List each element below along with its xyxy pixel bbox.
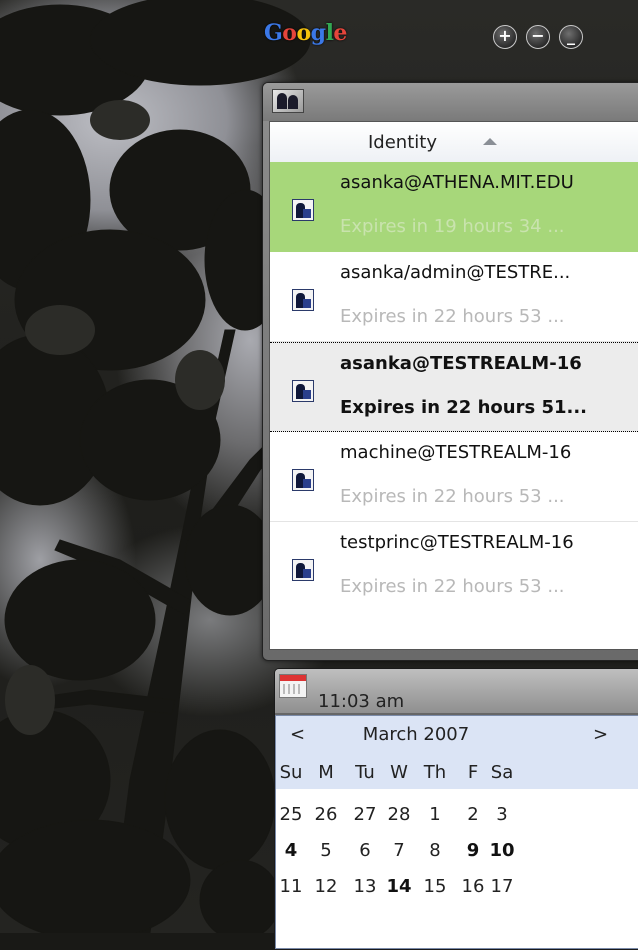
identity-name: asanka/admin@TESTRE... [340, 262, 571, 283]
calendar-day[interactable]: 14 [380, 876, 418, 897]
prev-month-button[interactable]: < [290, 724, 305, 745]
calendar-day[interactable]: 13 [346, 876, 384, 897]
calendar-day[interactable]: 28 [380, 804, 418, 825]
weekday-label: Sa [490, 762, 514, 783]
minimize-button[interactable]: _ [559, 25, 583, 49]
google-logo: Google [264, 20, 347, 46]
menu-button[interactable]: − [526, 25, 550, 49]
identity-expiry: Expires in 19 hours 34 ... [340, 216, 565, 237]
clock-time: 11:03 am [318, 691, 405, 712]
identity-gadget: Identity asanka@ATHENA.MIT.EDU Expires i… [262, 82, 638, 661]
next-month-button[interactable]: > [593, 724, 608, 745]
calendar-gadget-titlebar[interactable]: 11:03 am [275, 669, 638, 713]
identity-icon [292, 380, 314, 402]
calendar-gadget: 11:03 am < March 2007 > Su M Tu W Th F S… [274, 668, 638, 950]
month-label: March 2007 [362, 724, 470, 745]
identity-row[interactable]: asanka/admin@TESTRE... Expires in 22 hou… [270, 252, 638, 342]
identity-row[interactable]: machine@TESTREALM-16 Expires in 22 hours… [270, 432, 638, 522]
identity-name: machine@TESTREALM-16 [340, 442, 572, 463]
calendar-icon [279, 674, 307, 698]
identity-row[interactable]: testprinc@TESTREALM-16 Expires in 22 hou… [270, 522, 638, 612]
calendar-day[interactable]: 5 [307, 840, 345, 861]
identity-icon [292, 199, 314, 221]
weekday-label: Th [423, 762, 447, 783]
identity-expiry: Expires in 22 hours 51... [340, 397, 588, 418]
identity-name: testprinc@TESTREALM-16 [340, 532, 574, 553]
identity-list-panel: Identity asanka@ATHENA.MIT.EDU Expires i… [269, 121, 638, 650]
identity-expiry: Expires in 22 hours 53 ... [340, 306, 565, 327]
google-sidebar-header: Google + − _ [0, 0, 638, 62]
identity-expiry: Expires in 22 hours 53 ... [340, 576, 565, 597]
identity-expiry: Expires in 22 hours 53 ... [340, 486, 565, 507]
calendar-day[interactable]: 6 [346, 840, 384, 861]
calendar-body: < March 2007 > Su M Tu W Th F Sa 25 26 2… [275, 715, 638, 949]
calendar-day[interactable]: 8 [416, 840, 454, 861]
weekday-label: Su [279, 762, 303, 783]
identity-list: asanka@ATHENA.MIT.EDU Expires in 19 hour… [270, 162, 638, 612]
weekday-label: M [318, 762, 334, 783]
calendar-nav: < March 2007 > [276, 716, 638, 756]
calendar-day[interactable]: 7 [380, 840, 418, 861]
identity-column-header[interactable]: Identity [270, 122, 638, 163]
calendar-day[interactable]: 10 [483, 840, 521, 861]
identity-name: asanka@ATHENA.MIT.EDU [340, 172, 574, 193]
identity-name: asanka@TESTREALM-16 [340, 353, 582, 374]
identity-icon [292, 469, 314, 491]
add-gadget-button[interactable]: + [493, 25, 517, 49]
weekday-label: W [390, 762, 408, 783]
calendar-day[interactable]: 1 [416, 804, 454, 825]
calendar-day[interactable]: 3 [483, 804, 521, 825]
identity-gadget-titlebar[interactable] [263, 83, 638, 121]
calendar-day[interactable]: 17 [483, 876, 521, 897]
calendar-day[interactable]: 26 [307, 804, 345, 825]
calendar-day[interactable]: 4 [275, 840, 310, 861]
weekday-label: Tu [355, 762, 375, 783]
sort-ascending-icon [483, 138, 497, 145]
calendar-day[interactable]: 25 [275, 804, 310, 825]
calendar-day[interactable]: 11 [275, 876, 310, 897]
kerberos-logo-icon [272, 89, 304, 113]
calendar-day[interactable]: 15 [416, 876, 454, 897]
calendar-day[interactable]: 12 [307, 876, 345, 897]
identity-row[interactable]: asanka@ATHENA.MIT.EDU Expires in 19 hour… [270, 162, 638, 252]
identity-icon [292, 559, 314, 581]
identity-icon [292, 289, 314, 311]
column-header-label: Identity [368, 132, 437, 153]
calendar-day[interactable]: 27 [346, 804, 384, 825]
identity-row[interactable]: asanka@TESTREALM-16 Expires in 22 hours … [270, 342, 638, 432]
weekday-header: Su M Tu W Th F Sa [276, 756, 638, 789]
